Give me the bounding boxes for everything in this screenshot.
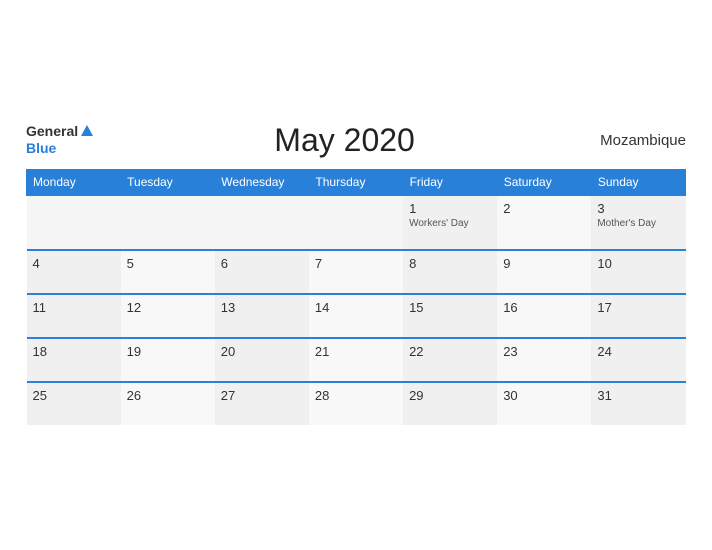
calendar-cell: 4: [27, 250, 121, 294]
col-monday: Monday: [27, 169, 121, 195]
day-number: 14: [315, 300, 397, 315]
country-label: Mozambique: [596, 132, 686, 149]
col-tuesday: Tuesday: [121, 169, 215, 195]
col-sunday: Sunday: [591, 169, 685, 195]
calendar-cell: 28: [309, 382, 403, 425]
calendar-cell: 14: [309, 294, 403, 338]
calendar-cell: 3 Mother's Day: [591, 195, 685, 250]
day-number: 21: [315, 344, 397, 359]
calendar-cell: [121, 195, 215, 250]
calendar-cell: [215, 195, 309, 250]
calendar-cell: 18: [27, 338, 121, 382]
calendar-cell: 16: [497, 294, 591, 338]
calendar-cell: 24: [591, 338, 685, 382]
day-number: 9: [503, 256, 585, 271]
day-number: 4: [33, 256, 115, 271]
calendar-cell: 1 Workers' Day: [403, 195, 497, 250]
holiday-label: Mother's Day: [597, 218, 679, 229]
day-number: 19: [127, 344, 209, 359]
day-number: 13: [221, 300, 303, 315]
day-number: 6: [221, 256, 303, 271]
calendar-cell: 25: [27, 382, 121, 425]
day-number: 30: [503, 388, 585, 403]
day-number: 24: [597, 344, 679, 359]
calendar-cell: 19: [121, 338, 215, 382]
header: General Blue May 2020 Mozambique: [26, 122, 686, 159]
day-number: 17: [597, 300, 679, 315]
calendar-week-row: 456789 10: [27, 250, 686, 294]
day-number: 5: [127, 256, 209, 271]
calendar-cell: 22: [403, 338, 497, 382]
calendar-title: May 2020: [93, 122, 596, 159]
calendar-cell: 7: [309, 250, 403, 294]
day-number: 20: [221, 344, 303, 359]
day-number: 25: [33, 388, 115, 403]
calendar-cell: 9: [497, 250, 591, 294]
day-number: 28: [315, 388, 397, 403]
calendar-cell: 15: [403, 294, 497, 338]
day-number: 31: [597, 388, 679, 403]
day-number: 22: [409, 344, 491, 359]
calendar-cell: 2: [497, 195, 591, 250]
logo-blue: Blue: [26, 140, 93, 157]
logo-triangle-icon: [81, 125, 93, 136]
calendar-page: General Blue May 2020 Mozambique Monday …: [6, 106, 706, 445]
day-number: 1: [409, 201, 491, 216]
calendar-cell: [309, 195, 403, 250]
day-number: 18: [33, 344, 115, 359]
logo-general: General: [26, 123, 78, 140]
days-header-row: Monday Tuesday Wednesday Thursday Friday…: [27, 169, 686, 195]
calendar-week-row: 11 12 13 14 15 16 17: [27, 294, 686, 338]
calendar-cell: 13: [215, 294, 309, 338]
col-friday: Friday: [403, 169, 497, 195]
calendar-cell: 6: [215, 250, 309, 294]
calendar-cell: 30: [497, 382, 591, 425]
calendar-cell: [27, 195, 121, 250]
calendar-cell: 29: [403, 382, 497, 425]
calendar-week-row: 18 19 20 21 22 23 24: [27, 338, 686, 382]
day-number: 27: [221, 388, 303, 403]
calendar-cell: 12: [121, 294, 215, 338]
day-number: 11: [33, 300, 115, 315]
day-number: 3: [597, 201, 679, 216]
day-number: 29: [409, 388, 491, 403]
calendar-cell: 11: [27, 294, 121, 338]
calendar-week-row: 1 Workers' Day 23 Mother's Day: [27, 195, 686, 250]
day-number: 23: [503, 344, 585, 359]
calendar-body: 1Workers' Day23Mother's Day4567891011121…: [27, 195, 686, 425]
calendar-week-row: 25 26 27 28 29 30 31: [27, 382, 686, 425]
calendar-cell: 26: [121, 382, 215, 425]
col-saturday: Saturday: [497, 169, 591, 195]
calendar-cell: 10: [591, 250, 685, 294]
day-number: 26: [127, 388, 209, 403]
calendar-cell: 21: [309, 338, 403, 382]
calendar-cell: 27: [215, 382, 309, 425]
day-number: 8: [409, 256, 491, 271]
calendar-cell: 8: [403, 250, 497, 294]
calendar-cell: 23: [497, 338, 591, 382]
calendar-cell: 17: [591, 294, 685, 338]
col-wednesday: Wednesday: [215, 169, 309, 195]
logo: General Blue: [26, 123, 93, 157]
day-number: 15: [409, 300, 491, 315]
calendar-header: Monday Tuesday Wednesday Thursday Friday…: [27, 169, 686, 195]
holiday-label: Workers' Day: [409, 218, 491, 229]
calendar-cell: 20: [215, 338, 309, 382]
calendar-cell: 5: [121, 250, 215, 294]
day-number: 10: [597, 256, 679, 271]
calendar-table: Monday Tuesday Wednesday Thursday Friday…: [26, 169, 686, 425]
day-number: 12: [127, 300, 209, 315]
day-number: 16: [503, 300, 585, 315]
col-thursday: Thursday: [309, 169, 403, 195]
calendar-cell: 31: [591, 382, 685, 425]
day-number: 2: [503, 201, 585, 216]
day-number: 7: [315, 256, 397, 271]
